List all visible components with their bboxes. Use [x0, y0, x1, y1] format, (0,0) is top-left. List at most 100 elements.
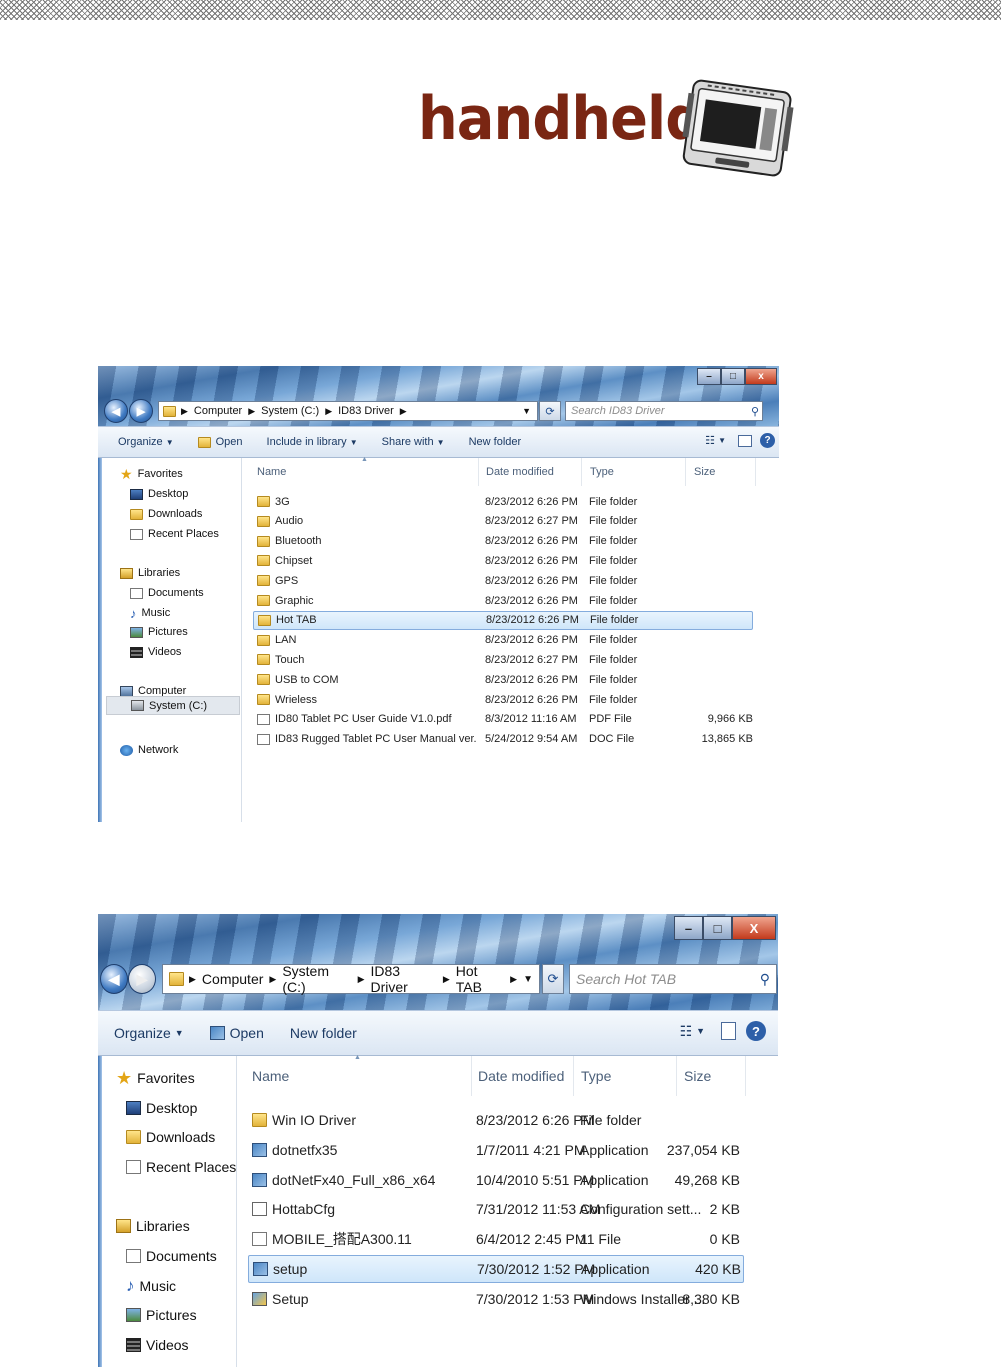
file-row[interactable]: Hot TAB 8/23/2012 6:26 PM File folder [253, 610, 753, 630]
views-icon[interactable]: ☷ [680, 1023, 693, 1040]
file-row[interactable]: Touch 8/23/2012 6:27 PM File folder [253, 650, 753, 669]
share-with-button[interactable]: Share with ▼ [382, 436, 445, 448]
file-date: 8/23/2012 6:26 PM [485, 574, 578, 587]
nav-downloads[interactable]: Downloads [130, 508, 202, 520]
nav-favorites[interactable]: ★ Favorites [116, 1069, 195, 1087]
minimize-button[interactable]: – [674, 916, 703, 940]
nav-favorites[interactable]: ★ Favorites [120, 467, 183, 481]
column-headers: ▲ Name Date modified Type Size [243, 456, 779, 486]
nav-system-c[interactable]: System (C:) [106, 696, 240, 715]
open-button[interactable]: Open [197, 436, 243, 448]
address-bar[interactable]: ▶ Computer ▶ System (C:) ▶ ID83 Driver ▶… [162, 963, 540, 995]
file-row[interactable]: MOBILE_搭配A300.11 6/4/2012 2:45 PM 11 File 0… [248, 1225, 744, 1253]
file-row[interactable]: Win IO Driver 8/23/2012 6:26 PM File folde… [248, 1106, 744, 1134]
breadcrumb-computer[interactable]: Computer [202, 971, 263, 987]
chevron-down-icon[interactable]: ▼ [523, 974, 533, 985]
search-icon[interactable]: ⚲ [760, 971, 770, 988]
file-list: ▲ Name Date modified Type Size 3G 8/23/20… [243, 456, 779, 822]
refresh-button[interactable]: ⟳ [542, 964, 564, 994]
column-type[interactable]: Type [582, 458, 686, 486]
frame-edge [98, 458, 102, 822]
chevron-down-icon[interactable]: ▼ [718, 436, 726, 445]
column-size[interactable]: Size [676, 1056, 746, 1096]
file-row[interactable]: GPS 8/23/2012 6:26 PM File folder [253, 571, 753, 590]
open-button[interactable]: Open [209, 1025, 264, 1041]
chevron-down-icon[interactable]: ▼ [696, 1026, 705, 1036]
refresh-button[interactable]: ⟳ [539, 401, 561, 421]
views-icon[interactable]: ☷ [705, 434, 715, 447]
file-row[interactable]: setup 7/30/2012 1:52 PM Application 420 KB [248, 1255, 744, 1283]
file-row[interactable]: Chipset 8/23/2012 6:26 PM File folder [253, 551, 753, 570]
file-row[interactable]: Setup 7/30/2012 1:53 PM Windows Installer … [248, 1285, 744, 1313]
nav-libraries[interactable]: Libraries [116, 1218, 190, 1234]
nav-desktop[interactable]: Desktop [126, 1100, 197, 1116]
file-row[interactable]: ID83 Rugged Tablet PC User Manual ver...… [253, 730, 753, 749]
file-row[interactable]: Graphic 8/23/2012 6:26 PM File folder [253, 591, 753, 610]
new-folder-button[interactable]: New folder [290, 1025, 357, 1041]
search-input[interactable]: Search Hot TAB ⚲ [569, 964, 777, 994]
column-size[interactable]: Size [686, 458, 756, 486]
breadcrumb-system-c[interactable]: System (C:) [282, 963, 351, 995]
breadcrumb-hot-tab[interactable]: Hot TAB [456, 963, 504, 995]
file-row[interactable]: LAN 8/23/2012 6:26 PM File folder [253, 631, 753, 650]
nav-downloads[interactable]: Downloads [126, 1129, 215, 1145]
breadcrumb-id83-driver[interactable]: ID83 Driver [371, 963, 437, 995]
chevron-right-icon: ▶ [248, 405, 256, 416]
search-input[interactable]: Search ID83 Driver ⚲ [565, 401, 763, 421]
address-bar[interactable]: ▶ Computer ▶ System (C:) ▶ ID83 Driver ▶… [158, 401, 538, 421]
file-row[interactable]: dotNetFx40_Full_x86_x64 10/4/2010 5:51 PM… [248, 1166, 744, 1194]
maximize-button[interactable]: □ [703, 916, 732, 940]
breadcrumb-system-c[interactable]: System (C:) [261, 405, 319, 417]
back-button[interactable]: ◀ [100, 964, 128, 994]
nav-recent-places[interactable]: Recent Places [130, 528, 219, 540]
file-name-cell: MOBILE_搭配A300.11 [252, 1225, 472, 1253]
nav-libraries[interactable]: Libraries [120, 567, 180, 579]
close-button[interactable]: x [745, 368, 777, 385]
minimize-button[interactable]: – [697, 368, 721, 385]
close-button[interactable]: X [732, 916, 776, 940]
nav-label: Documents [146, 1248, 217, 1264]
include-in-library-button[interactable]: Include in library ▼ [267, 436, 358, 448]
file-date: 7/30/2012 1:52 PM [477, 1261, 596, 1277]
file-row[interactable]: USB to COM 8/23/2012 6:26 PM File folder [253, 670, 753, 689]
back-button[interactable]: ◀ [104, 399, 128, 423]
nav-videos[interactable]: Videos [130, 646, 181, 658]
nav-recent-places[interactable]: Recent Places [126, 1159, 236, 1175]
column-name[interactable]: Name [249, 458, 479, 486]
organize-button[interactable]: Organize ▼ [114, 1025, 184, 1041]
nav-desktop[interactable]: Desktop [130, 488, 188, 500]
file-name: Touch [275, 653, 305, 666]
file-row[interactable]: dotnetfx35 1/7/2011 4:21 PM Application 237… [248, 1136, 744, 1164]
nav-pictures[interactable]: Pictures [126, 1307, 197, 1323]
maximize-button[interactable]: □ [721, 368, 745, 385]
nav-pictures[interactable]: Pictures [130, 626, 188, 638]
breadcrumb-id83-driver[interactable]: ID83 Driver [338, 405, 394, 417]
new-folder-button[interactable]: New folder [469, 436, 522, 448]
forward-button[interactable]: ▶ [128, 964, 156, 994]
nav-documents[interactable]: Documents [130, 587, 204, 599]
help-icon[interactable]: ? [746, 1021, 766, 1041]
file-row[interactable]: ID80 Tablet PC User Guide V1.0.pdf 8/3/20… [253, 710, 753, 729]
nav-music[interactable]: ♪ Music [130, 607, 170, 620]
nav-documents[interactable]: Documents [126, 1248, 217, 1264]
file-row[interactable]: HottabCfg 7/31/2012 11:53 AM Configuration… [248, 1195, 744, 1223]
organize-button[interactable]: Organize ▼ [118, 436, 174, 448]
column-name[interactable]: Name [244, 1056, 472, 1096]
column-date-modified[interactable]: Date modified [470, 1056, 574, 1096]
nav-videos[interactable]: Videos [126, 1337, 189, 1353]
file-row[interactable]: 3G 8/23/2012 6:26 PM File folder [253, 492, 753, 511]
file-row[interactable]: Wrieless 8/23/2012 6:26 PM File folder [253, 690, 753, 709]
chevron-down-icon[interactable]: ▼ [522, 406, 531, 416]
help-icon[interactable]: ? [760, 433, 775, 448]
search-icon[interactable]: ⚲ [751, 405, 759, 418]
nav-music[interactable]: ♪ Music [126, 1277, 176, 1294]
column-date-modified[interactable]: Date modified [478, 458, 582, 486]
file-row[interactable]: Bluetooth 8/23/2012 6:26 PM File folder [253, 532, 753, 551]
breadcrumb-computer[interactable]: Computer [194, 405, 242, 417]
column-type[interactable]: Type [573, 1056, 677, 1096]
forward-button[interactable]: ▶ [129, 399, 153, 423]
preview-pane-icon[interactable] [721, 1022, 736, 1040]
nav-network[interactable]: Network [120, 744, 178, 756]
preview-pane-icon[interactable] [738, 434, 752, 447]
file-row[interactable]: Audio 8/23/2012 6:27 PM File folder [253, 512, 753, 531]
